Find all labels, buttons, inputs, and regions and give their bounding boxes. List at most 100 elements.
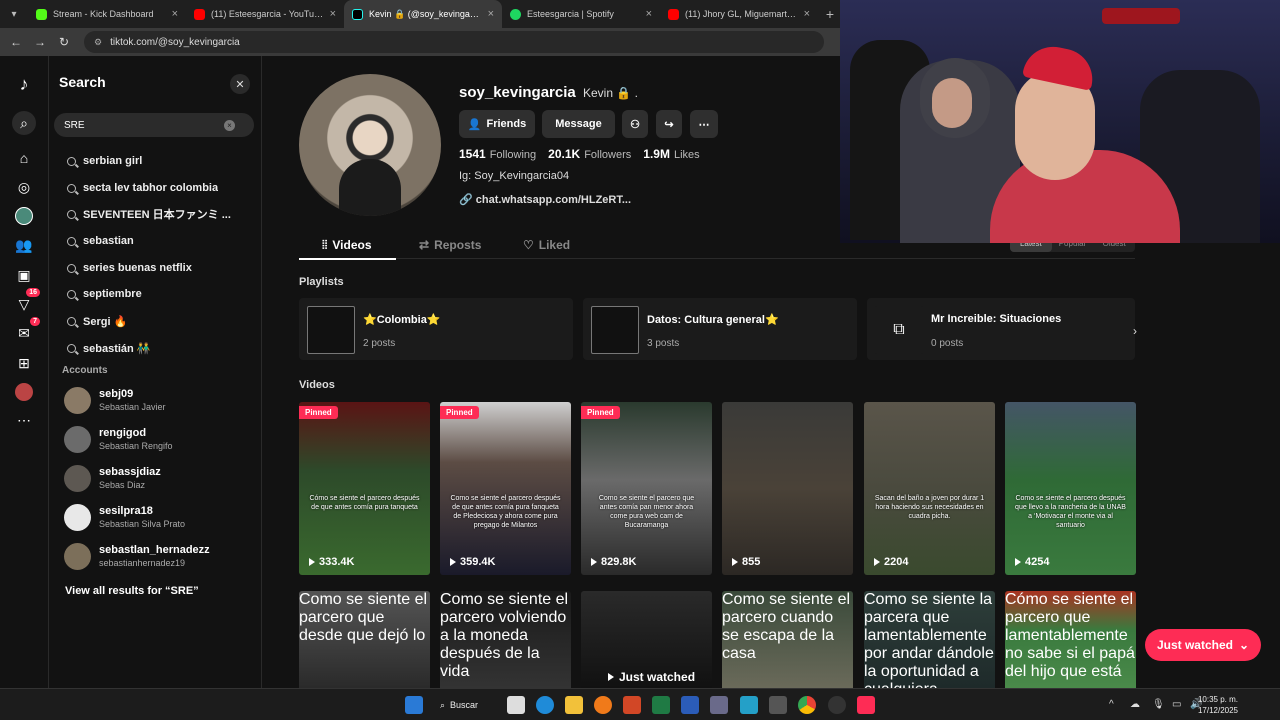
close-icon[interactable]: ×: [804, 8, 810, 20]
back-icon[interactable]: ←: [6, 32, 26, 52]
taskbar-clock[interactable]: 10:35 p. m. 17/12/2025: [1198, 694, 1238, 716]
browser-tab[interactable]: Stream - Kick Dashboard ×: [28, 0, 186, 28]
video-views: 829.8K: [591, 556, 636, 568]
account-result[interactable]: sesilpra18 Sebastian Silva Prato: [64, 502, 185, 532]
search-icon[interactable]: ⌕: [12, 111, 36, 135]
friends-button[interactable]: 👤 Friends: [459, 110, 535, 138]
explore-icon[interactable]: ◎: [12, 175, 36, 199]
network-icon[interactable]: ☁: [1130, 699, 1140, 710]
account-result[interactable]: sebastlan_hernadezz sebastianhernadez19: [64, 541, 210, 571]
firefox-icon[interactable]: [594, 696, 612, 714]
suggestion-item[interactable]: septiembre: [67, 285, 257, 303]
reload-icon[interactable]: ↻: [54, 32, 74, 52]
new-tab-button[interactable]: +: [818, 6, 842, 22]
friends-icon[interactable]: 👥: [12, 233, 36, 257]
browser-tab[interactable]: (11) Jhory GL, Miguemartinez ×: [660, 0, 818, 28]
playlist-card[interactable]: ⧉ Mr Increible: Situaciones 0 posts: [867, 298, 1135, 360]
tab-liked[interactable]: ♡ Liked: [523, 231, 570, 259]
video-card[interactable]: Cómo se siente el parcero que lamentable…: [1005, 591, 1136, 688]
suggestion-item[interactable]: sebastian: [67, 232, 257, 250]
tab-videos[interactable]: ⦙⦙ Videos: [299, 231, 396, 260]
video-card[interactable]: Como se siente el parcero cuando se esca…: [722, 591, 853, 688]
url-field[interactable]: ⚙ tiktok.com/@soy_kevingarcia: [84, 31, 824, 53]
account-result[interactable]: sebassjdiaz Sebas Diaz: [64, 463, 161, 493]
messages-icon[interactable]: ✉ 7: [12, 317, 40, 345]
video-card[interactable]: Como se siente la parcera que lamentable…: [864, 591, 995, 688]
site-info-icon[interactable]: ⚙: [94, 37, 102, 48]
excel-icon[interactable]: [652, 696, 670, 714]
file-explorer-icon[interactable]: [565, 696, 583, 714]
profile-avatar-icon[interactable]: [12, 380, 36, 404]
videos-title: Videos: [299, 379, 335, 391]
view-all-results-link[interactable]: View all results for “SRE”: [65, 585, 199, 597]
share-button[interactable]: ↪: [656, 110, 682, 138]
message-button[interactable]: Message: [542, 110, 615, 138]
video-card[interactable]: Pinned Como se siente el parcero después…: [440, 402, 571, 575]
close-icon[interactable]: ×: [172, 8, 178, 20]
add-friend-button[interactable]: ⚇: [622, 110, 648, 138]
close-icon[interactable]: ×: [330, 8, 336, 20]
playlist-count: 3 posts: [647, 338, 680, 349]
suggestion-item[interactable]: secta lev tabhor colombia: [67, 179, 257, 197]
chrome-icon[interactable]: [798, 696, 816, 714]
grid-icon: ⦙⦙: [322, 237, 328, 252]
search-input[interactable]: [64, 119, 224, 131]
task-view-icon[interactable]: [507, 696, 525, 714]
upload-icon[interactable]: ⊞: [12, 351, 36, 375]
close-icon[interactable]: ×: [488, 8, 494, 20]
playlist-card[interactable]: ⭐Colombia⭐ 2 posts: [299, 298, 573, 360]
close-icon[interactable]: ✕: [230, 74, 250, 94]
home-icon[interactable]: ⌂: [12, 146, 36, 170]
profile-link[interactable]: 🔗 chat.whatsapp.com/HLZeRT...: [459, 193, 631, 206]
obs-icon[interactable]: [828, 696, 846, 714]
account-result[interactable]: rengigod Sebastian Rengifo: [64, 424, 173, 454]
monitor-icon[interactable]: ▭: [1172, 699, 1181, 710]
browser-tab[interactable]: (11) Esteesgarcia - YouTube ×: [186, 0, 344, 28]
suggestion-item[interactable]: serbian girl: [67, 152, 257, 170]
tiktok-icon[interactable]: [857, 696, 875, 714]
video-card[interactable]: Como se siente el parcero que desde que …: [299, 591, 430, 688]
app-icon[interactable]: [710, 696, 728, 714]
just-watched-button[interactable]: Just watched ⌄: [1145, 629, 1261, 661]
video-views: 2204: [874, 556, 908, 568]
tiktok-logo-icon[interactable]: ♪: [12, 72, 36, 96]
video-card[interactable]: Pinned Cómo se siente el parcero después…: [299, 402, 430, 575]
app-icon[interactable]: [740, 696, 758, 714]
more-options-button[interactable]: ⋯: [690, 110, 718, 138]
gamepad-icon[interactable]: [769, 696, 787, 714]
suggestion-item[interactable]: sebastián 👬: [67, 339, 257, 357]
suggestion-item[interactable]: series buenas netflix: [67, 259, 257, 277]
playlist-card[interactable]: Datos: Cultura general⭐ 3 posts: [583, 298, 857, 360]
microphone-icon[interactable]: 🎙: [1152, 699, 1165, 710]
browser-tab-active[interactable]: Kevin 🔒 (@soy_kevingarcia) | ×: [344, 0, 502, 28]
more-icon[interactable]: ⋯: [12, 408, 36, 432]
following-avatar-icon[interactable]: [12, 204, 36, 228]
suggestion-item[interactable]: Sergi 🔥: [67, 312, 257, 330]
close-icon[interactable]: ×: [646, 8, 652, 20]
chevron-up-icon[interactable]: ^: [1109, 699, 1114, 710]
word-icon[interactable]: [681, 696, 699, 714]
video-card[interactable]: Como se siente el parcero después que ll…: [1005, 402, 1136, 575]
tab-search-icon[interactable]: ▾: [0, 0, 28, 28]
taskbar-search[interactable]: ⌕ Buscar: [440, 696, 502, 714]
windows-start-icon[interactable]: [405, 696, 423, 714]
video-card[interactable]: 855: [722, 402, 853, 575]
browser-tab[interactable]: Esteesgarcia | Spotify ×: [502, 0, 660, 28]
edge-icon[interactable]: [536, 696, 554, 714]
video-card[interactable]: Como se siente el parcero volviendo a la…: [440, 591, 571, 688]
chevron-right-icon[interactable]: ›: [1125, 321, 1145, 341]
followers-stat[interactable]: 20.1K Followers: [548, 147, 631, 161]
tab-reposts[interactable]: ⇄ Reposts: [419, 231, 481, 259]
live-icon[interactable]: ▣: [12, 263, 36, 287]
suggestion-item[interactable]: SEVENTEEN 日本ファンミ ...: [67, 205, 257, 223]
video-card[interactable]: Sacan del baño a joven por durar 1 hora …: [864, 402, 995, 575]
following-stat[interactable]: 1541 Following: [459, 147, 536, 161]
activity-icon[interactable]: ▽ 16: [12, 288, 40, 316]
video-card[interactable]: Pinned Como se siente el parcero que ant…: [581, 402, 712, 575]
forward-icon[interactable]: →: [30, 32, 50, 52]
search-field[interactable]: ×: [54, 113, 254, 137]
clear-icon[interactable]: ×: [224, 119, 235, 131]
powerpoint-icon[interactable]: [623, 696, 641, 714]
profile-bio: Ig: Soy_Kevingarcia04: [459, 170, 570, 182]
account-result[interactable]: sebj09 Sebastian Javier: [64, 385, 166, 415]
